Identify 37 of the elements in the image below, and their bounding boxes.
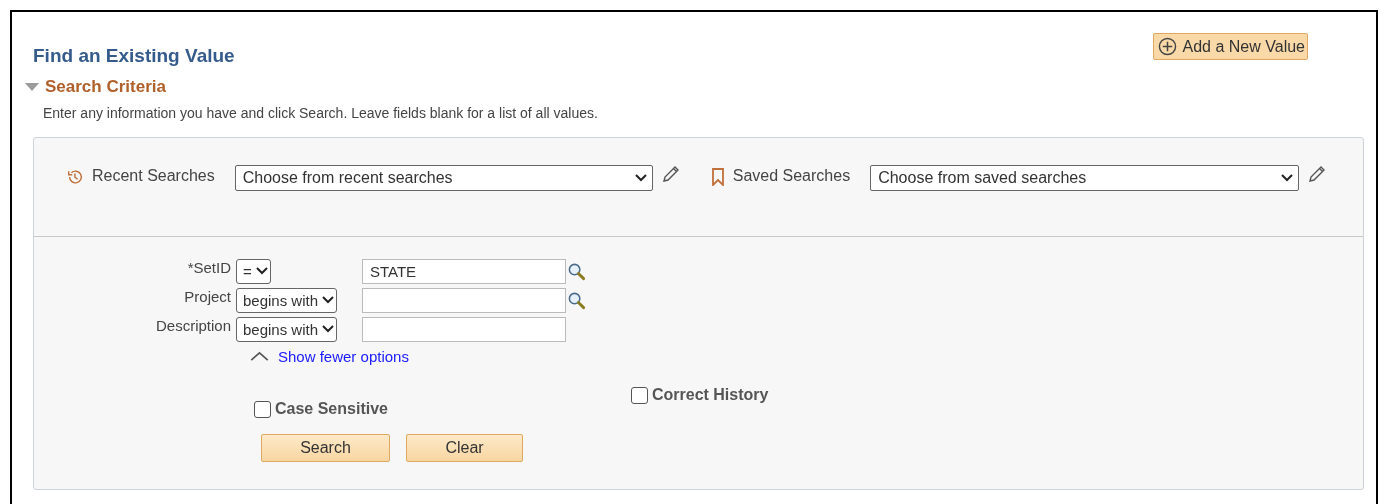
recent-searches-label: Recent Searches (92, 167, 215, 185)
text-input-field[interactable]: STATE (362, 258, 566, 284)
plus-circle-icon (1157, 37, 1177, 56)
bookmark-icon (710, 168, 725, 186)
section-title[interactable]: Search Criteria (45, 77, 166, 97)
operator-dropdown[interactable]: begins with (236, 287, 338, 313)
pencil-icon[interactable] (660, 164, 681, 184)
recent-searches-dropdown[interactable]: Choose from recent searches (234, 165, 653, 191)
chevron-icon (1281, 174, 1294, 182)
collapse-triangle-icon[interactable] (25, 83, 39, 91)
chevron-icon (255, 267, 268, 275)
operator-dropdown[interactable]: begins with (236, 316, 338, 342)
field-label: Description (154, 316, 232, 334)
chevron-icon (322, 296, 335, 304)
page-title: Find an Existing Value (33, 45, 236, 68)
chevron-up-icon[interactable] (250, 351, 269, 362)
history-clock-icon (66, 168, 84, 186)
saved-searches-dropdown[interactable]: Choose from saved searches (870, 165, 1300, 191)
action-button[interactable]: Search (261, 434, 390, 462)
chevron-icon (634, 174, 647, 182)
saved-searches-label: Saved Searches (732, 167, 851, 185)
checkbox[interactable] (630, 386, 648, 404)
instructions-text: Enter any information you have and click Search. Leave fields blank for a list of all values. (43, 105, 598, 121)
text-input-field[interactable] (362, 316, 566, 342)
checkbox-label: Correct History (651, 386, 769, 404)
checkbox-label: Case Sensitive (275, 400, 388, 418)
search-icon[interactable] (567, 290, 586, 310)
add-new-value-button[interactable]: Add a New Value (1152, 33, 1308, 60)
operator-dropdown[interactable]: = (236, 258, 271, 284)
show-fewer-options-link[interactable]: Show fewer options (278, 348, 409, 365)
action-button[interactable]: Clear (406, 434, 523, 462)
field-label: Project (183, 287, 232, 305)
text-input-field[interactable] (362, 287, 566, 313)
search-icon[interactable] (567, 261, 586, 281)
checkbox[interactable] (254, 400, 271, 418)
chevron-icon (322, 325, 335, 333)
field-label: *SetID (186, 258, 232, 276)
